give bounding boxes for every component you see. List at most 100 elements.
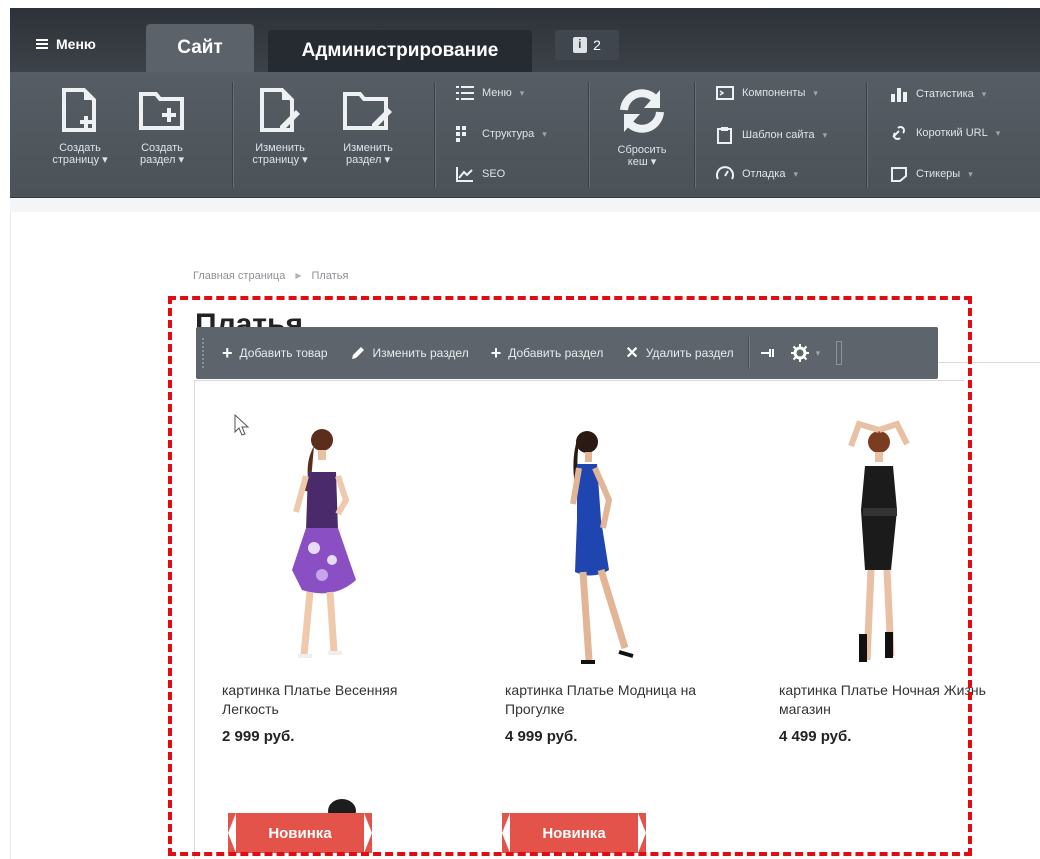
menu-button-label: Меню	[56, 36, 96, 52]
edit-section-label-1: Изменить	[343, 142, 393, 154]
statistics-dropdown-label: Статистика	[916, 88, 974, 100]
structure-dropdown-label: Структура	[482, 128, 535, 140]
product-image[interactable]	[779, 420, 979, 675]
edit-section-button[interactable]: Изменить раздел ▾	[330, 88, 406, 166]
new-badge: Новинка	[228, 813, 372, 853]
console-icon	[716, 86, 734, 100]
structure-icon	[456, 126, 466, 142]
add-product-button[interactable]: + Добавить товар	[222, 343, 328, 363]
debug-dropdown-label: Отладка	[742, 168, 786, 180]
stickers-dropdown-label: Стикеры	[916, 168, 961, 180]
product-price: 4 499 руб.	[779, 728, 852, 745]
admin-panel: Меню Сайт Администрирование 2 Создать ст…	[10, 8, 1040, 212]
breadcrumb-home-link[interactable]: Главная страница	[193, 270, 285, 282]
toolbar-divider	[232, 82, 233, 188]
breadcrumb-current: Платья	[311, 270, 349, 282]
menu-dropdown-label: Меню	[482, 87, 512, 99]
site-template-dropdown-label: Шаблон сайта	[742, 129, 815, 141]
admin-tabs-bar: Меню Сайт Администрирование 2	[10, 8, 1040, 72]
product-name[interactable]: картинка Платье Ночная Жизнь магазин	[779, 681, 999, 719]
drag-handle[interactable]	[201, 337, 205, 369]
edit-section-label-2: раздел ▾	[345, 154, 391, 166]
template-icon	[717, 127, 732, 144]
seo-chart-icon	[456, 167, 473, 182]
chevron-down-icon: ▾	[519, 87, 525, 98]
gear-icon	[790, 344, 809, 362]
toolbar-divider	[434, 82, 435, 188]
edit-folder-icon	[343, 92, 392, 130]
chevron-down-icon: ▾	[815, 347, 821, 358]
tab-site[interactable]: Сайт	[146, 24, 254, 72]
gauge-icon	[716, 166, 734, 180]
product-image[interactable]	[505, 420, 705, 675]
content-divider	[938, 362, 1040, 382]
pin-icon	[760, 349, 774, 357]
add-section-link-label: Добавить раздел	[508, 346, 604, 360]
pencil-icon	[351, 347, 364, 359]
new-badge: Новинка	[502, 813, 646, 853]
menu-dropdown[interactable]: Меню ▾	[456, 86, 524, 100]
create-section-label-1: Создать	[141, 142, 183, 154]
mouse-cursor-icon	[234, 414, 250, 436]
reset-cache-label-1: Сбросить	[617, 144, 667, 156]
component-edit-toolbar: + Добавить товар Изменить раздел + Добав…	[196, 327, 938, 379]
components-dropdown-label: Компоненты	[742, 87, 806, 99]
plus-icon: +	[222, 343, 233, 363]
admin-toolbar: Создать страницу ▾ Создать раздел ▾ Изме…	[10, 72, 1040, 198]
chevron-down-icon: ▾	[981, 88, 987, 99]
edit-page-label-2: страницу ▾	[252, 154, 308, 166]
new-folder-icon	[139, 92, 184, 130]
components-dropdown[interactable]: Компоненты ▾	[716, 86, 818, 100]
toolbar-divider	[747, 337, 749, 369]
create-page-button[interactable]: Создать страницу ▾	[42, 88, 118, 166]
product-image[interactable]	[222, 420, 422, 675]
create-section-label-2: раздел ▾	[139, 154, 185, 166]
edit-page-button[interactable]: Изменить страницу ▾	[242, 88, 318, 166]
bar-chart-icon	[891, 88, 907, 102]
product-card[interactable]: картинка Платье Весенняя Легкость 2 999 …	[222, 420, 442, 745]
product-price: 4 999 руб.	[505, 728, 578, 745]
close-icon: ✕	[625, 345, 639, 362]
short-url-dropdown[interactable]: Короткий URL ▾	[890, 126, 1000, 140]
toolbar-divider	[866, 82, 867, 188]
drag-handle[interactable]	[836, 341, 843, 365]
edit-section-link[interactable]: Изменить раздел	[350, 345, 469, 361]
sticker-icon	[891, 167, 907, 182]
pin-button[interactable]	[760, 347, 775, 359]
create-section-button[interactable]: Создать раздел ▾	[124, 88, 200, 166]
stickers-dropdown[interactable]: Стикеры ▾	[890, 166, 973, 182]
create-page-label-1: Создать	[59, 142, 101, 154]
delete-section-link[interactable]: ✕ Удалить раздел	[625, 343, 733, 363]
debug-dropdown[interactable]: Отладка ▾	[716, 166, 798, 182]
chevron-down-icon: ▾	[813, 87, 818, 98]
add-product-label: Добавить товар	[239, 346, 328, 360]
notifications-count: 2	[593, 37, 601, 53]
page-left-border	[10, 212, 11, 859]
product-card[interactable]: картинка Платье Ночная Жизнь магазин 4 4…	[779, 420, 999, 745]
plus-icon: +	[490, 343, 502, 363]
product-card[interactable]: картинка Платье Модница на Прогулке 4 99…	[505, 420, 725, 745]
site-template-dropdown[interactable]: Шаблон сайта ▾	[716, 126, 827, 144]
settings-button[interactable]: ▾	[790, 344, 821, 362]
edit-page-label-1: Изменить	[255, 142, 305, 154]
product-name[interactable]: картинка Платье Модница на Прогулке	[505, 681, 725, 719]
notifications-button[interactable]: 2	[555, 30, 619, 60]
statistics-dropdown[interactable]: Статистика ▾	[890, 86, 986, 102]
structure-dropdown[interactable]: Структура ▾	[456, 126, 547, 142]
reset-cache-button[interactable]: Сбросить кеш ▾	[604, 88, 680, 168]
chevron-down-icon: ▾	[822, 129, 828, 140]
add-section-link[interactable]: + Добавить раздел	[490, 343, 604, 363]
hamburger-icon	[36, 39, 48, 49]
new-page-icon	[62, 88, 96, 132]
edit-section-link-label: Изменить раздел	[372, 346, 469, 360]
toolbar-divider	[588, 82, 589, 188]
product-image-partial[interactable]	[312, 795, 372, 815]
chevron-down-icon: ▾	[995, 127, 1001, 138]
list-icon	[456, 86, 474, 100]
tab-administration[interactable]: Администрирование	[268, 30, 532, 72]
menu-button[interactable]: Меню	[36, 36, 96, 52]
info-icon	[573, 37, 588, 53]
reset-cache-label-2: кеш ▾	[627, 156, 657, 168]
seo-button[interactable]: SEO	[456, 166, 505, 182]
product-name[interactable]: картинка Платье Весенняя Легкость	[222, 681, 442, 719]
